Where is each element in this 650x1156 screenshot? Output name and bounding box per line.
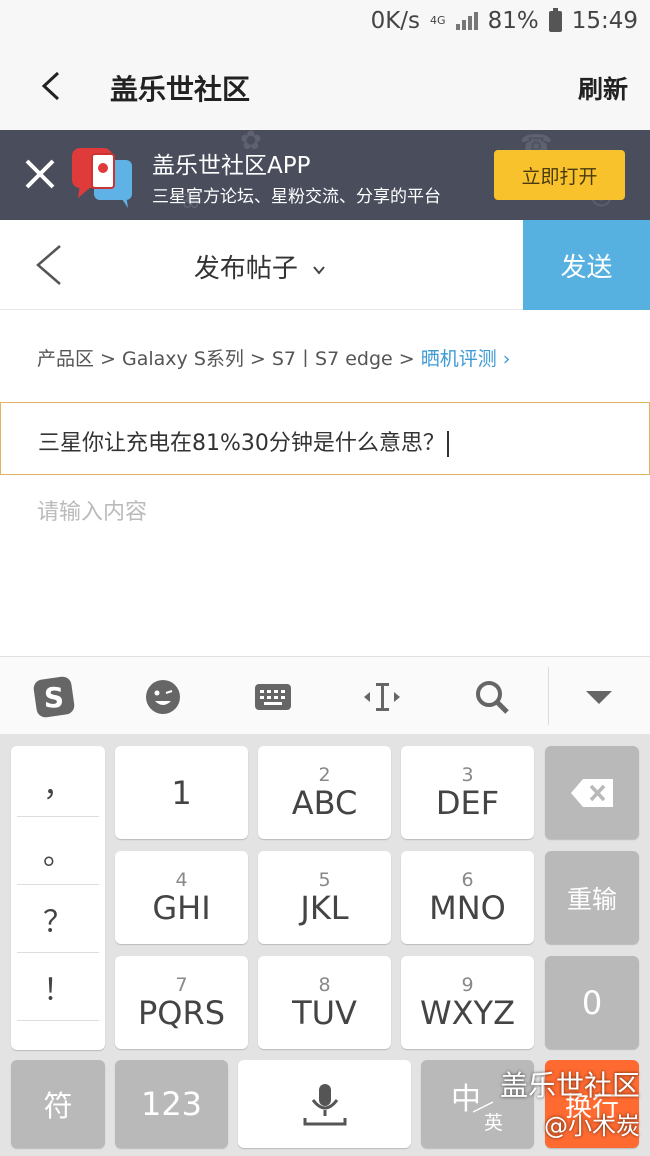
keyboard-toolbar: S	[0, 656, 650, 734]
divider	[17, 952, 99, 953]
post-header: 发布帖子 发送	[0, 220, 650, 310]
breadcrumb-path: 产品区 > Galaxy S系列 > S7丨S7 edge >	[37, 348, 421, 370]
breadcrumb-current[interactable]: 晒机评测	[421, 348, 497, 370]
open-app-button[interactable]: 立即打开	[494, 150, 625, 200]
symbol-key[interactable]: 符	[11, 1060, 105, 1148]
back-arrow-icon[interactable]	[38, 69, 70, 103]
divider	[17, 1020, 99, 1021]
watermark-line2: @小木炭	[544, 1112, 640, 1140]
key-8[interactable]: 8 TUV	[258, 956, 391, 1049]
emoji-icon[interactable]	[141, 675, 185, 719]
search-icon[interactable]	[470, 675, 514, 719]
keyboard: ， 。 ？ ！ 1 2 ABC 3 DEF 4 GHI 5 JKL 6 MNO 重输 7P…	[0, 734, 650, 1156]
punctuation-list: ， 。 ？ ！	[11, 746, 105, 1050]
send-button[interactable]: 发送	[523, 220, 650, 310]
backspace-icon	[571, 778, 613, 807]
cursor-move-icon[interactable]	[360, 675, 404, 719]
refresh-button[interactable]: 刷新	[578, 70, 628, 106]
punct-key-period[interactable]: 。	[11, 818, 105, 884]
app-bar: 盖乐世社区 刷新	[0, 44, 650, 130]
text-cursor	[446, 431, 449, 457]
backspace-button[interactable]	[545, 746, 639, 839]
key-5[interactable]: 5 JKL	[258, 851, 391, 944]
battery-percent: 81%	[487, 8, 539, 34]
app-logo-icon	[72, 148, 132, 208]
status-bar: 0K/s 4G 81% 15:49	[0, 0, 650, 44]
keyboard-layout-icon[interactable]	[251, 675, 295, 719]
signal-icon	[455, 12, 478, 30]
title-input[interactable]: 三星你让充电在81%30分钟是什么意思？	[0, 402, 650, 475]
number-mode-key[interactable]: 123	[115, 1060, 228, 1148]
divider	[17, 884, 99, 885]
microphone-icon	[303, 1084, 346, 1126]
divider-slash-icon	[472, 1101, 494, 1113]
app-promo-banner: ✿ ☎ ◎ ❀ 盖乐世社区APP 三星官方论坛、星粉交流、分享的平台 立即打开	[0, 130, 650, 220]
punct-key-exclaim[interactable]: ！	[11, 954, 105, 1020]
key-0[interactable]: 0	[545, 956, 639, 1049]
toolbar-divider	[548, 667, 549, 725]
punct-key-comma[interactable]: ，	[11, 750, 105, 816]
key-9[interactable]: 9 WXYZ	[401, 956, 534, 1049]
punct-key-question[interactable]: ？	[11, 886, 105, 952]
content-input[interactable]: 请输入内容	[37, 494, 147, 526]
breadcrumb[interactable]: 产品区 > Galaxy S系列 > S7丨S7 edge > 晒机评测 ›	[37, 344, 510, 371]
key-1[interactable]: 1	[115, 746, 248, 839]
collapse-keyboard-icon[interactable]	[577, 675, 621, 719]
battery-icon	[548, 7, 562, 32]
page-title: 盖乐世社区	[110, 73, 251, 106]
retype-button[interactable]: 重输	[545, 851, 639, 944]
space-voice-key[interactable]	[238, 1060, 411, 1148]
key-2[interactable]: 2 ABC	[258, 746, 391, 839]
network-type: 4G	[430, 14, 446, 27]
key-4[interactable]: 4 GHI	[115, 851, 248, 944]
chevron-right-icon: ›	[496, 348, 511, 370]
key-7[interactable]: 7 PQRS	[115, 956, 248, 1049]
chevron-down-icon	[313, 265, 325, 275]
sogou-logo-icon[interactable]: S	[32, 675, 76, 719]
key-6[interactable]: 6 MNO	[401, 851, 534, 944]
key-3[interactable]: 3 DEF	[401, 746, 534, 839]
close-icon[interactable]	[22, 156, 58, 192]
title-input-value: 三星你让充电在81%30分钟是什么意思？	[38, 431, 445, 456]
banner-title: 盖乐世社区APP	[152, 153, 311, 179]
banner-subtitle: 三星官方论坛、星粉交流、分享的平台	[152, 187, 441, 207]
divider	[17, 816, 99, 817]
clock: 15:49	[571, 8, 638, 34]
network-speed: 0K/s	[370, 8, 421, 34]
post-type-label: 发布帖子	[193, 254, 298, 284]
watermark-line1: 盖乐世社区	[499, 1069, 640, 1102]
svg-text:S: S	[44, 681, 64, 714]
